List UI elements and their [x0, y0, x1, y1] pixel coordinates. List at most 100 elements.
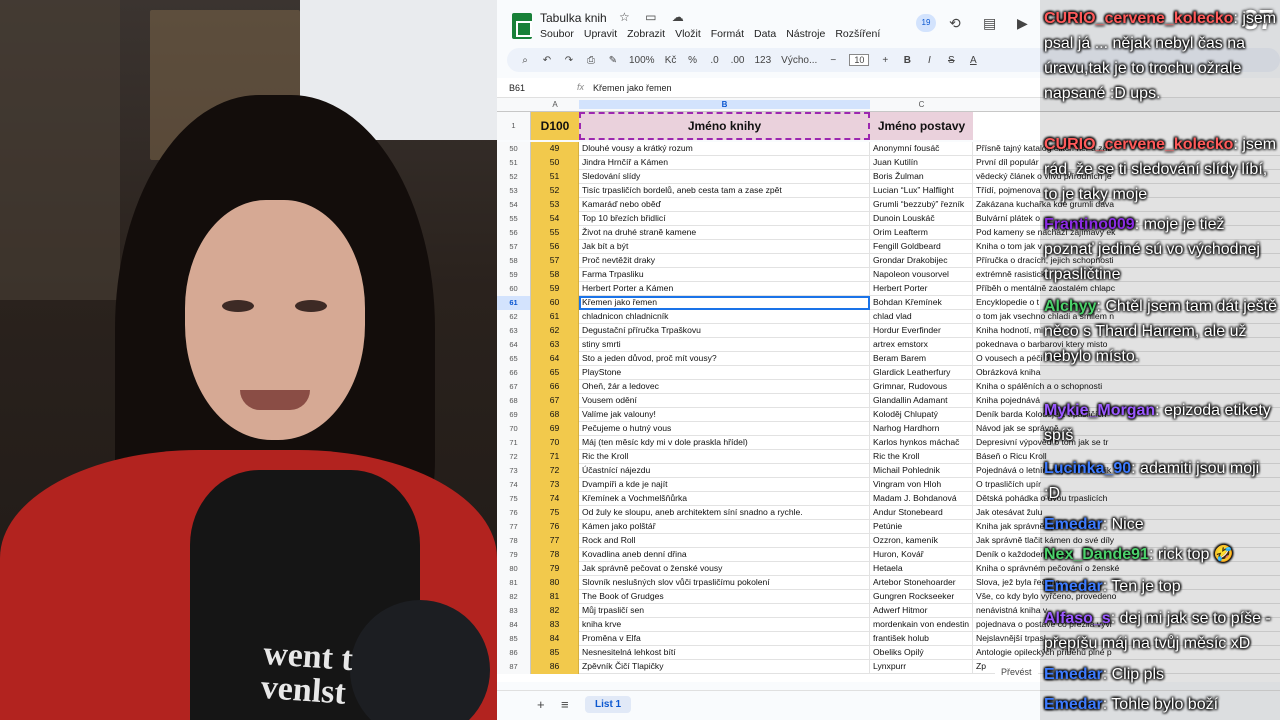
cell-d100[interactable]: 64	[531, 352, 579, 366]
cell-book-name[interactable]: Křemen jako řemen	[579, 296, 870, 310]
cell-d100[interactable]: 83	[531, 618, 579, 632]
cell-d100[interactable]: 73	[531, 478, 579, 492]
row-number[interactable]: 51	[497, 156, 531, 170]
italic-button[interactable]: I	[923, 55, 935, 66]
search-icon[interactable]: ⌕	[519, 55, 531, 66]
cell-character-name[interactable]: Ric the Kroll	[870, 450, 973, 464]
formula-input[interactable]: Křemen jako řemen	[593, 83, 672, 93]
cell-book-name[interactable]: Jindra Hrnčíř a Kámen	[579, 156, 870, 170]
cell-d100[interactable]: 75	[531, 506, 579, 520]
cell-d100[interactable]: 82	[531, 604, 579, 618]
cell-book-name[interactable]: Kovadlina aneb denní dřina	[579, 548, 870, 562]
row-number[interactable]: 53	[497, 184, 531, 198]
cell-book-name[interactable]: Vousem odění	[579, 394, 870, 408]
cell-d100[interactable]: 63	[531, 338, 579, 352]
cell-character-name[interactable]: chlad vlad	[870, 310, 973, 324]
row-number[interactable]: 69	[497, 408, 531, 422]
cell-character-name[interactable]: Anonymní fousáč	[870, 142, 973, 156]
menu-vlozit[interactable]: Vložit	[675, 28, 701, 40]
cell-book-name[interactable]: Od žuly ke sloupu, aneb architektem síní…	[579, 506, 870, 520]
cell-character-name[interactable]: Beram Barem	[870, 352, 973, 366]
cell-book-name[interactable]: Kamaráď nebo oběď	[579, 198, 870, 212]
cell-book-name[interactable]: Nesnesitelná lehkost bítí	[579, 646, 870, 660]
row-number[interactable]: 80	[497, 562, 531, 576]
cell-character-name[interactable]: Hordur Everfinder	[870, 324, 973, 338]
cell-d100[interactable]: 79	[531, 562, 579, 576]
chat-username[interactable]: Lucinka_90	[1044, 460, 1131, 477]
row-number[interactable]: 73	[497, 464, 531, 478]
cell-character-name[interactable]: Grumli “bezzubý” řezník	[870, 198, 973, 212]
cell-d100[interactable]: 50	[531, 156, 579, 170]
cell-book-name[interactable]: Ric the Kroll	[579, 450, 870, 464]
cell-d100[interactable]: 66	[531, 380, 579, 394]
cell-book-name[interactable]: Jak bít a být	[579, 240, 870, 254]
cell-d100[interactable]: 55	[531, 226, 579, 240]
cell-character-name[interactable]: Obeliks Opilý	[870, 646, 973, 660]
convert-button[interactable]: Převést	[995, 665, 1038, 679]
cell-book-name[interactable]: Rock and Roll	[579, 534, 870, 548]
row-number[interactable]: 63	[497, 324, 531, 338]
cell-book-name[interactable]: Dvampíři a kde je najít	[579, 478, 870, 492]
cell-d100[interactable]: 78	[531, 548, 579, 562]
undo-icon[interactable]: ↶	[541, 55, 553, 66]
chat-username[interactable]: Frantino009	[1044, 216, 1135, 233]
cell-book-name[interactable]: Křemínek a Vochmelšňůrka	[579, 492, 870, 506]
cell-book-name[interactable]: Život na druhé straně kamene	[579, 226, 870, 240]
cell-book-name[interactable]: Účastnící nájezdu	[579, 464, 870, 478]
cell-character-name[interactable]: Bohdan Křemínek	[870, 296, 973, 310]
cell-d100[interactable]: 67	[531, 394, 579, 408]
cell-character-name[interactable]: Fengill Goldbeard	[870, 240, 973, 254]
row-number[interactable]: 64	[497, 338, 531, 352]
cell-d100[interactable]: 52	[531, 184, 579, 198]
row-number[interactable]: 72	[497, 450, 531, 464]
cell-character-name[interactable]: Madam J. Bohdanová	[870, 492, 973, 506]
row-number[interactable]: 56	[497, 226, 531, 240]
cell-character-name[interactable]: Vingram von Hloh	[870, 478, 973, 492]
percent-button[interactable]: %	[687, 55, 699, 66]
cell-d100[interactable]: 60	[531, 296, 579, 310]
header-character-name[interactable]: Jméno postavy	[870, 112, 973, 140]
cell-character-name[interactable]: františek holub	[870, 632, 973, 646]
chat-username[interactable]: Mykie_Morgan	[1044, 402, 1155, 419]
cell-d100[interactable]: 49	[531, 142, 579, 156]
chat-username[interactable]: Emedar	[1044, 696, 1103, 713]
row-number[interactable]: 59	[497, 268, 531, 282]
chat-username[interactable]: Emedar	[1044, 578, 1103, 595]
cell-book-name[interactable]: Farma Trpasliku	[579, 268, 870, 282]
header-d100[interactable]: D100	[531, 112, 579, 140]
menu-data[interactable]: Data	[754, 28, 776, 40]
cell-character-name[interactable]: Dunoin Louskáč	[870, 212, 973, 226]
row-number[interactable]: 85	[497, 632, 531, 646]
row-number[interactable]: 78	[497, 534, 531, 548]
header-book-name[interactable]: Jméno knihy	[579, 112, 870, 140]
bold-button[interactable]: B	[901, 55, 913, 66]
row-number[interactable]: 84	[497, 618, 531, 632]
cell-d100[interactable]: 70	[531, 436, 579, 450]
row-number[interactable]: 86	[497, 646, 531, 660]
cell-character-name[interactable]: Orim Leafterm	[870, 226, 973, 240]
row-number[interactable]: 57	[497, 240, 531, 254]
row-number[interactable]: 82	[497, 590, 531, 604]
column-header-a[interactable]: A	[531, 100, 579, 109]
cell-d100[interactable]: 51	[531, 170, 579, 184]
cell-book-name[interactable]: Zpěvník Čičí Tlapičky	[579, 660, 870, 674]
row-number[interactable]: 83	[497, 604, 531, 618]
collaborators-badge[interactable]: 19	[916, 14, 936, 32]
row-number[interactable]: 1	[497, 112, 531, 140]
cell-character-name[interactable]: Hetaela	[870, 562, 973, 576]
cell-book-name[interactable]: The Book of Grudges	[579, 590, 870, 604]
row-number[interactable]: 76	[497, 506, 531, 520]
row-number[interactable]: 67	[497, 380, 531, 394]
row-number[interactable]: 65	[497, 352, 531, 366]
cell-book-name[interactable]: kniha krve	[579, 618, 870, 632]
row-number[interactable]: 81	[497, 576, 531, 590]
cell-d100[interactable]: 80	[531, 576, 579, 590]
row-number[interactable]: 87	[497, 660, 531, 674]
cell-book-name[interactable]: Sledování slídy	[579, 170, 870, 184]
all-sheets-icon[interactable]: ≡	[561, 697, 569, 712]
cell-book-name[interactable]: Sto a jeden důvod, proč mít vousy?	[579, 352, 870, 366]
document-title[interactable]: Tabulka knih	[540, 11, 607, 25]
currency-button[interactable]: Kč	[665, 55, 677, 66]
chat-username[interactable]: Emedar	[1044, 516, 1103, 533]
comments-icon[interactable]: ▤	[983, 15, 996, 32]
